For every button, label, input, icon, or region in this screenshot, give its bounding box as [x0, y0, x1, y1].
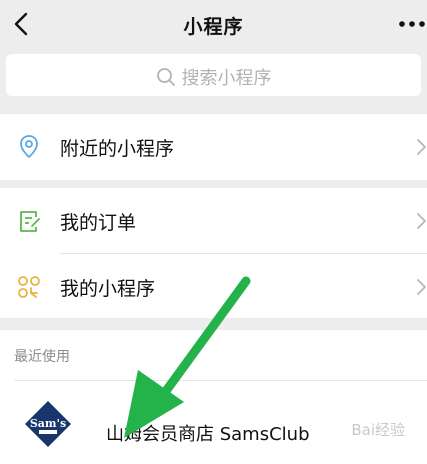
menu-item-my-apps[interactable]: 我的小程序: [0, 254, 427, 320]
page-title: 小程序: [183, 16, 244, 38]
menu-item-label: 我的小程序: [60, 278, 156, 300]
watermark: Bai经验: [351, 421, 405, 439]
more-options-icon[interactable]: [397, 20, 427, 28]
row-divider: [14, 380, 427, 381]
order-list-icon: [20, 211, 40, 232]
personal-group: 我的订单 我的小程序: [0, 188, 427, 318]
mini-program-icon: [18, 276, 40, 298]
recent-section-header: 最近使用: [0, 330, 427, 380]
nearby-group: 附近的小程序: [0, 114, 427, 180]
location-pin-icon: [20, 135, 38, 158]
menu-item-orders[interactable]: 我的订单: [0, 188, 427, 254]
search-bar[interactable]: 搜索小程序: [6, 54, 421, 96]
search-placeholder: 搜索小程序: [181, 68, 272, 89]
search-icon: [156, 68, 175, 86]
chevron-right-icon: [417, 213, 426, 229]
menu-item-label: 我的订单: [60, 212, 137, 234]
recent-section-title: 最近使用: [14, 349, 70, 365]
sams-club-logo: Sam's: [25, 401, 71, 447]
recent-item-name: 山姆会员商店 SamsClub: [106, 424, 310, 445]
search-field[interactable]: 搜索小程序: [6, 64, 421, 90]
logo-text: Sam's: [30, 417, 66, 430]
menu-item-nearby[interactable]: 附近的小程序: [0, 114, 427, 180]
chevron-right-icon: [417, 279, 426, 295]
navigation-bar: 小程序: [0, 0, 427, 48]
menu-item-label: 附近的小程序: [60, 138, 175, 160]
chevron-right-icon: [417, 139, 426, 155]
